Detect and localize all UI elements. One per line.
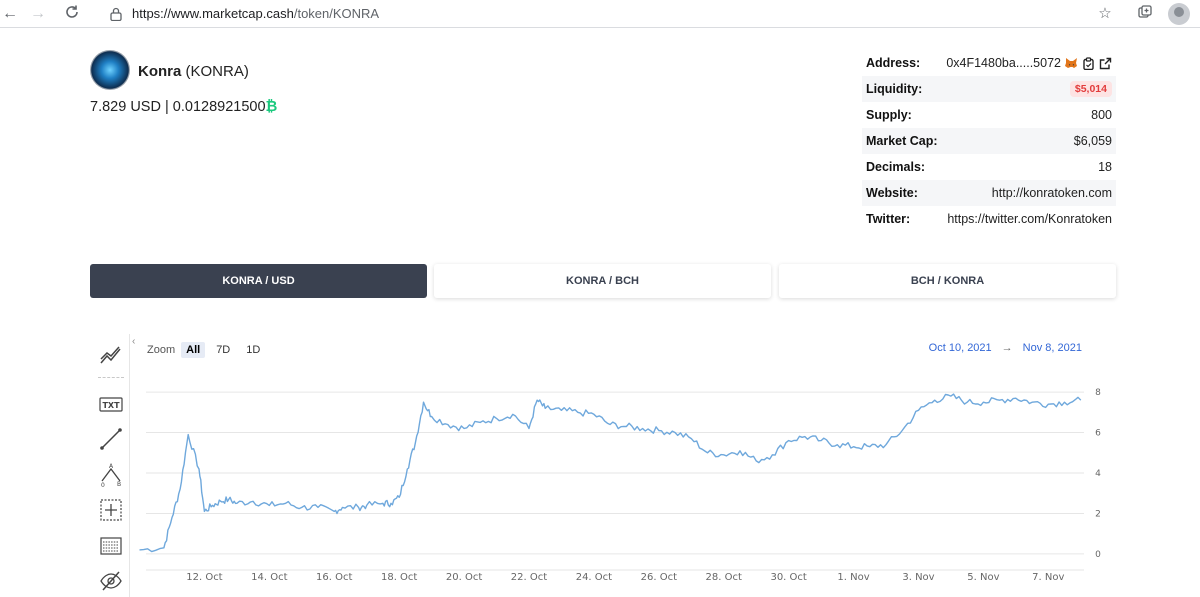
drawing-toolbar: TXT A 0 B bbox=[88, 334, 130, 597]
x-tick-label: 28. Oct bbox=[706, 572, 742, 583]
token-name: Konra bbox=[138, 63, 182, 80]
tab-konra-bch[interactable]: KONRA / BCH bbox=[434, 264, 771, 298]
token-logo bbox=[90, 50, 130, 90]
supply-value: 800 bbox=[1091, 108, 1112, 122]
x-tick-label: 14. Oct bbox=[251, 572, 287, 583]
abc-pattern-icon[interactable]: A 0 B bbox=[98, 461, 124, 489]
profile-avatar[interactable] bbox=[1168, 3, 1190, 25]
metamask-icon[interactable] bbox=[1065, 57, 1078, 69]
token-price: 7.829 USD | 0.0128921500₿ bbox=[90, 99, 277, 115]
zoom-1d-button[interactable]: 1D bbox=[241, 342, 265, 358]
website-label: Website: bbox=[866, 186, 918, 200]
browser-toolbar: ← → https://www.marketcap.cash/token/KON… bbox=[0, 0, 1200, 28]
reload-glyph bbox=[66, 5, 78, 18]
url-host: https://www.marketcap.cash bbox=[132, 6, 294, 21]
price-chart-panel: 0 2 4 6 8 12. Oct 14. Oct 16. Oct 18. Oct 20. Oct… bbox=[88, 334, 1118, 597]
x-tick-label: 16. Oct bbox=[316, 572, 352, 583]
toolbar-separator bbox=[98, 377, 124, 378]
svg-text:B: B bbox=[117, 481, 121, 487]
lock-icon bbox=[110, 7, 122, 21]
info-row-website: Website: http://konratoken.com bbox=[862, 180, 1116, 206]
x-tick-label: 26. Oct bbox=[641, 572, 677, 583]
info-row-liquidity: Liquidity: $5,014 bbox=[862, 76, 1116, 102]
bch-icon: ₿ bbox=[265, 99, 278, 115]
ruler-icon[interactable] bbox=[98, 533, 124, 559]
x-tick-label: 12. Oct bbox=[186, 572, 222, 583]
forward-icon[interactable]: → bbox=[28, 4, 48, 24]
tab-bch-konra[interactable]: BCH / KONRA bbox=[779, 264, 1116, 298]
url-text: https://www.marketcap.cash/token/KONRA bbox=[132, 6, 379, 21]
reload-icon[interactable] bbox=[62, 4, 82, 24]
tab-konra-usd[interactable]: KONRA / USD bbox=[90, 264, 427, 298]
trend-lines-icon[interactable] bbox=[98, 342, 124, 368]
x-tick-label: 3. Nov bbox=[902, 572, 934, 583]
y-tick-label: 0 bbox=[1095, 550, 1101, 560]
liquidity-label: Liquidity: bbox=[866, 82, 923, 96]
y-tick-label: 6 bbox=[1095, 429, 1101, 439]
zoom-all-button[interactable]: All bbox=[181, 342, 206, 358]
x-tick-label: 7. Nov bbox=[1032, 572, 1064, 583]
svg-text:A: A bbox=[109, 463, 114, 470]
marketcap-label: Market Cap: bbox=[866, 134, 938, 148]
back-icon[interactable]: ← bbox=[0, 4, 20, 24]
copy-icon[interactable] bbox=[1082, 56, 1095, 70]
collections-icon[interactable] bbox=[1134, 4, 1156, 24]
y-tick-label: 8 bbox=[1095, 388, 1101, 398]
x-tick-label: 22. Oct bbox=[511, 572, 547, 583]
y-tick-label: 4 bbox=[1095, 469, 1101, 479]
info-row-twitter: Twitter: https://twitter.com/Konratoken bbox=[862, 206, 1116, 232]
range-arrow: → bbox=[1001, 342, 1013, 354]
svg-text:TXT: TXT bbox=[102, 401, 120, 410]
favorite-star-icon[interactable]: ☆ bbox=[1094, 4, 1116, 24]
range-from-input[interactable]: Oct 10, 2021 bbox=[929, 342, 992, 354]
hide-icon[interactable] bbox=[98, 568, 124, 594]
collapse-toolbar-icon[interactable]: ‹ bbox=[132, 336, 135, 347]
address-label: Address: bbox=[866, 56, 921, 70]
x-tick-label: 30. Oct bbox=[770, 572, 806, 583]
price-chart[interactable]: 0 2 4 6 8 12. Oct 14. Oct 16. Oct 18. Oct 20. Oct… bbox=[88, 334, 1118, 597]
collections-glyph bbox=[1138, 5, 1152, 18]
address-bar[interactable]: https://www.marketcap.cash/token/KONRA bbox=[96, 2, 1118, 26]
price-separator: | bbox=[164, 99, 169, 115]
website-link[interactable]: http://konratoken.com bbox=[992, 186, 1112, 200]
token-info-table: Address: 0x4F1480ba.....5072 Liquidity: … bbox=[862, 50, 1116, 232]
line-icon[interactable] bbox=[98, 426, 124, 452]
token-title: Konra (KONRA) bbox=[138, 63, 249, 80]
decimals-value: 18 bbox=[1098, 160, 1112, 174]
info-row-decimals: Decimals: 18 bbox=[862, 154, 1116, 180]
token-symbol: (KONRA) bbox=[185, 63, 249, 80]
external-link-icon[interactable] bbox=[1099, 57, 1112, 70]
info-row-address: Address: 0x4F1480ba.....5072 bbox=[862, 50, 1116, 76]
zoom-7d-button[interactable]: 7D bbox=[211, 342, 235, 358]
address-value: 0x4F1480ba.....5072 bbox=[946, 56, 1061, 70]
x-tick-label: 18. Oct bbox=[381, 572, 417, 583]
url-path: /token/KONRA bbox=[293, 6, 380, 21]
range-to-input[interactable]: Nov 8, 2021 bbox=[1023, 342, 1082, 354]
info-row-marketcap: Market Cap: $6,059 bbox=[862, 128, 1116, 154]
date-range: Oct 10, 2021 → Nov 8, 2021 bbox=[929, 342, 1082, 354]
price-bch: 0.0128921500 bbox=[172, 99, 266, 115]
price-usd: 7.829 USD bbox=[90, 99, 161, 115]
zoom-selector: Zoom All 7D 1D bbox=[147, 342, 265, 358]
supply-label: Supply: bbox=[866, 108, 912, 122]
x-tick-label: 1. Nov bbox=[837, 572, 869, 583]
info-row-supply: Supply: 800 bbox=[862, 102, 1116, 128]
marketcap-value: $6,059 bbox=[1073, 134, 1112, 148]
x-tick-label: 5. Nov bbox=[967, 572, 999, 583]
liquidity-badge: $5,014 bbox=[1069, 81, 1112, 97]
y-tick-label: 2 bbox=[1095, 509, 1101, 519]
measure-icon[interactable] bbox=[98, 497, 124, 523]
x-tick-label: 24. Oct bbox=[576, 572, 612, 583]
text-icon[interactable]: TXT bbox=[98, 392, 124, 418]
svg-text:0: 0 bbox=[101, 482, 105, 487]
twitter-link[interactable]: https://twitter.com/Konratoken bbox=[947, 212, 1112, 226]
twitter-label: Twitter: bbox=[866, 212, 911, 226]
decimals-label: Decimals: bbox=[866, 160, 926, 174]
zoom-label: Zoom bbox=[147, 344, 176, 356]
x-tick-label: 20. Oct bbox=[446, 572, 482, 583]
